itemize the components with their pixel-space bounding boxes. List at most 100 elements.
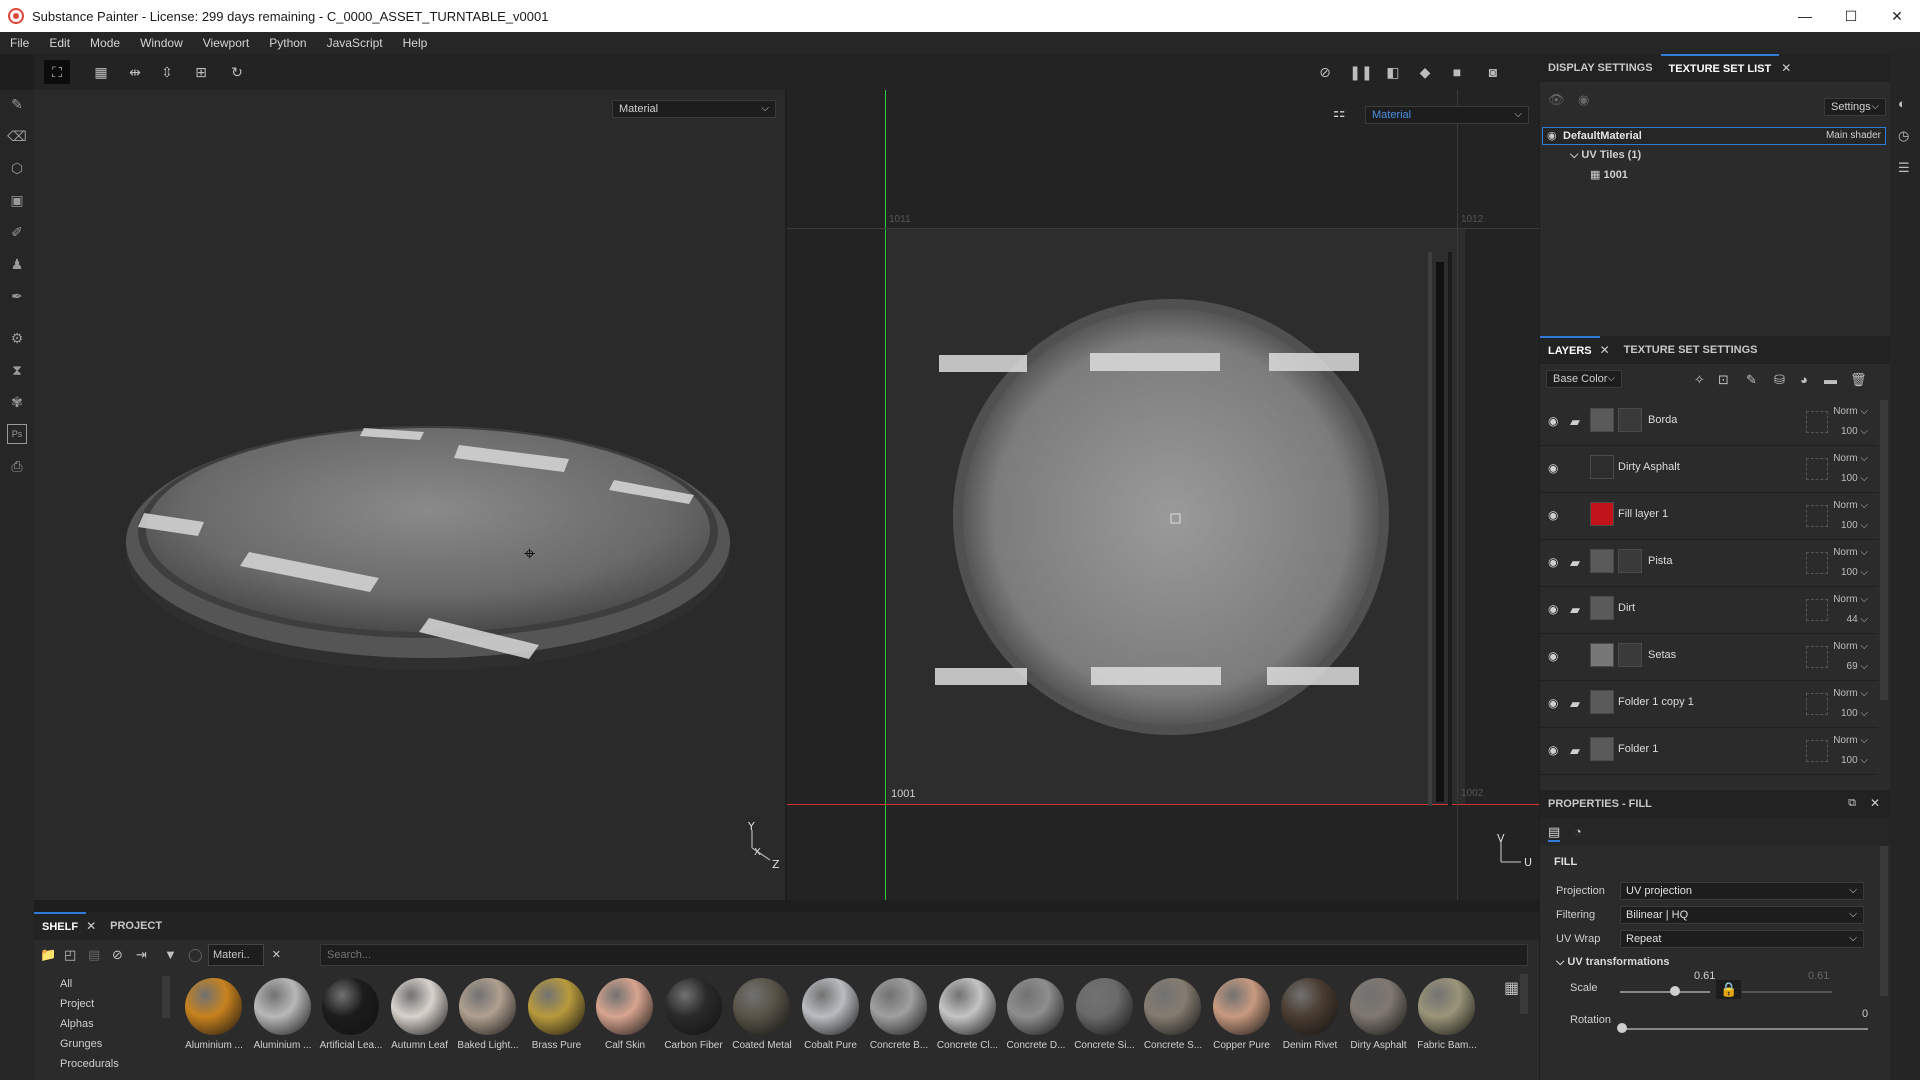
plugin-icon[interactable]: ✾ (7, 392, 27, 412)
material-thumbnail[interactable]: Coated Metal (730, 978, 794, 1068)
material-thumbnail[interactable]: Concrete D... (1004, 978, 1068, 1068)
eye-icon[interactable]: ◉ (1548, 602, 1564, 618)
symmetry-icon[interactable]: ⇹ (122, 60, 148, 84)
layer-row[interactable]: ◉ ▰ Folder 1 copy 1 Norm ⌵ 100 ⌵ (1540, 682, 1878, 728)
material-thumbnail[interactable]: Baked Light... (456, 978, 520, 1068)
uv-tiles-group[interactable]: ⌵ UV Tiles (1) (1570, 149, 1641, 162)
blend-mode-select[interactable]: Norm ⌵ (1833, 735, 1868, 746)
scale-slider[interactable] (1620, 991, 1710, 993)
settings-cog-icon[interactable]: ⚙ (7, 328, 27, 348)
material-thumbnail[interactable]: Concrete B... (867, 978, 931, 1068)
filter-icon[interactable]: ▼ (164, 947, 177, 962)
material-thumbnail[interactable]: Aluminium ... (182, 978, 246, 1068)
uv-transform-group[interactable]: ⌵ UV transformations (1556, 956, 1669, 969)
eye-icon[interactable]: ◉ (1547, 129, 1557, 142)
category-procedurals[interactable]: Procedurals (60, 1058, 119, 1070)
opacity-field[interactable]: 100 ⌵ (1841, 426, 1868, 437)
eye-icon[interactable]: ◉ (1548, 743, 1564, 759)
material-thumbnail[interactable]: Aluminium ... (251, 978, 315, 1068)
material-thumbnail[interactable]: Autumn Leaf (388, 978, 452, 1068)
opacity-field[interactable]: 100 ⌵ (1841, 708, 1868, 719)
material-thumbnail[interactable]: Concrete S... (1141, 978, 1205, 1068)
eye-icon[interactable]: ◉ (1548, 696, 1564, 712)
add-mask-icon[interactable]: ⊡ (1718, 372, 1729, 388)
menu-python[interactable]: Python (259, 36, 316, 50)
material-thumbnail[interactable]: Concrete Si... (1073, 978, 1137, 1068)
material-thumbnail[interactable]: Concrete Cl... (936, 978, 1000, 1068)
menu-window[interactable]: Window (130, 36, 193, 50)
eye-icon[interactable]: ◉ (1548, 414, 1564, 430)
split-view-icon[interactable]: ◧ (1380, 60, 1406, 84)
menu-javascript[interactable]: JavaScript (317, 36, 393, 50)
layer-row[interactable]: ◉ ▰ Pista Norm ⌵ 100 ⌵ (1540, 541, 1878, 587)
blend-mode-select[interactable]: Norm ⌵ (1833, 406, 1868, 417)
new-tab-icon[interactable]: ◰ (64, 947, 76, 963)
add-frame-icon[interactable]: ⊞ (188, 60, 214, 84)
save-icon[interactable]: ▤ (88, 947, 100, 963)
opacity-field[interactable]: 44 ⌵ (1847, 614, 1868, 625)
export-icon[interactable]: ⎙ (7, 456, 27, 476)
shader-name[interactable]: Main shader (1826, 130, 1881, 141)
rotation-slider-handle[interactable] (1617, 1023, 1627, 1033)
viewport-3d[interactable]: Material ⌵ ⌖ Y X Z (34, 90, 785, 900)
solo-icon[interactable]: ◉ (1578, 92, 1589, 108)
add-effect-icon[interactable]: ◕ (1800, 372, 1808, 387)
blend-mode-select[interactable]: Norm ⌵ (1833, 453, 1868, 464)
opacity-field[interactable]: 69 ⌵ (1847, 661, 1868, 672)
scale-slider-handle[interactable] (1669, 986, 1680, 996)
screenshot-icon[interactable]: ◙ (1480, 60, 1506, 84)
eye-icon[interactable]: ◉ (1548, 508, 1564, 524)
projection-select[interactable]: UV projection ⌵ (1620, 882, 1864, 900)
uv-tile-item[interactable]: ▦ 1001 (1590, 168, 1628, 181)
history-icon[interactable]: ↻ (224, 60, 250, 84)
filtering-select[interactable]: Bilinear | HQ ⌵ (1620, 906, 1864, 924)
grid-view-icon[interactable]: ▦ (88, 60, 114, 84)
paint-brush-icon[interactable]: ✎ (7, 94, 27, 114)
viewport-2d-uv[interactable]: 1011 1012 1001 1002 ⚏ Material ⌵ V U (787, 90, 1539, 900)
blend-mode-select[interactable]: Norm ⌵ (1833, 500, 1868, 511)
channel-select[interactable]: Base Color ⌵ (1546, 370, 1622, 388)
photoshop-icon[interactable]: Ps (7, 424, 27, 444)
properties-scrollbar[interactable] (1880, 846, 1888, 996)
material-thumbnail[interactable]: Fabric Bam... (1415, 978, 1479, 1068)
delete-icon[interactable]: 🗑 (1850, 372, 1867, 388)
opacity-field[interactable]: 100 ⌵ (1841, 567, 1868, 578)
material-thumbnail[interactable]: Calf Skin (593, 978, 657, 1068)
grid-view-icon[interactable]: ▦ (1504, 978, 1519, 998)
mask-thumbnail[interactable] (1618, 408, 1642, 432)
material-thumbnail[interactable]: Copper Pure (1210, 978, 1274, 1068)
close-icon[interactable]: ✕ (86, 919, 96, 933)
import-icon[interactable]: ⇥ (136, 947, 147, 963)
material-thumbnail[interactable]: Denim Rivet (1278, 978, 1342, 1068)
layer-row[interactable]: ◉ ▰ Folder 1 Norm ⌵ 100 ⌵ (1540, 729, 1878, 775)
close-icon[interactable]: ✕ (1870, 796, 1880, 810)
menu-edit[interactable]: Edit (39, 36, 80, 50)
folder-icon[interactable]: 📁 (40, 947, 56, 963)
material-tab-icon[interactable]: ▤ (1548, 824, 1561, 842)
opacity-field[interactable]: 100 ⌵ (1841, 520, 1868, 531)
blend-mode-select[interactable]: Norm ⌵ (1833, 641, 1868, 652)
close-icon[interactable]: ✕ (1781, 61, 1791, 75)
hide-icon[interactable]: ⊘ (112, 947, 123, 963)
add-paint-layer-icon[interactable]: ✎ (1746, 372, 1757, 388)
layer-row[interactable]: ◉ ▰ Borda Norm ⌵ 100 ⌵ (1540, 400, 1878, 446)
blend-mode-select[interactable]: Norm ⌵ (1833, 547, 1868, 558)
add-folder-icon[interactable]: ▬ (1824, 372, 1837, 387)
blend-mode-select[interactable]: Norm ⌵ (1833, 594, 1868, 605)
blend-mode-select[interactable]: Norm ⌵ (1833, 688, 1868, 699)
material-thumbnail[interactable]: Carbon Fiber (662, 978, 726, 1068)
eye-icon[interactable]: ◉ (1548, 555, 1564, 571)
scale-value[interactable]: 0.61 (1694, 970, 1715, 982)
close-icon[interactable]: ✕ (1600, 343, 1610, 357)
settings-dropdown[interactable]: Settings ⌵ (1824, 98, 1886, 116)
material-thumbnail[interactable]: Brass Pure (525, 978, 589, 1068)
maximize-button[interactable]: ☐ (1828, 0, 1874, 32)
material-thumbnail[interactable]: Cobalt Pure (799, 978, 863, 1068)
log-icon[interactable]: ☰ (1898, 160, 1910, 176)
tab-display-settings[interactable]: DISPLAY SETTINGS (1540, 54, 1661, 82)
menu-file[interactable]: File (0, 36, 39, 50)
tab-texture-set-settings[interactable]: TEXTURE SET SETTINGS (1616, 336, 1766, 364)
hide-icon[interactable]: ⊘ (1312, 60, 1338, 84)
magic-wand-icon[interactable]: ✧ (1694, 372, 1705, 388)
float-icon[interactable]: ⧉ (1848, 797, 1856, 810)
